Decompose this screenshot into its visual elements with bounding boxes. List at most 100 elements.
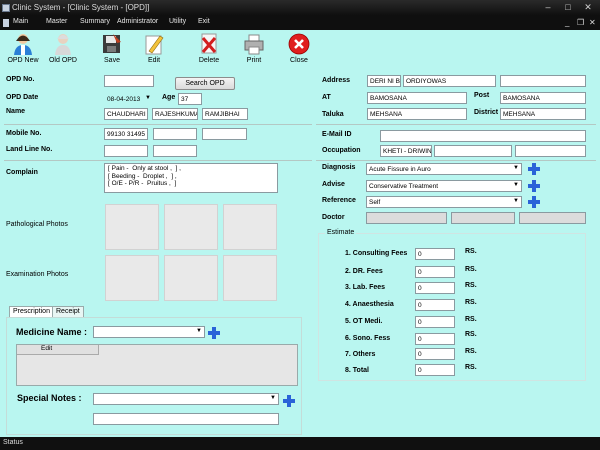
opd-date-picker[interactable]: 08-04-2013 ▼ (104, 93, 154, 105)
examination-photo-1[interactable] (105, 255, 159, 301)
menu-main[interactable]: Main (13, 18, 28, 25)
print-button[interactable]: Print (234, 32, 274, 72)
special-notes-text[interactable] (93, 413, 279, 425)
anaesthesia-field[interactable]: 0 (415, 299, 455, 311)
doctor-field-2[interactable] (451, 212, 515, 224)
landline-label: Land Line No. (6, 146, 53, 153)
add-special-note-icon[interactable] (283, 395, 295, 407)
opd-no-field[interactable] (104, 75, 154, 87)
address-line3-field[interactable] (500, 75, 586, 87)
sono-fess-field[interactable]: 0 (415, 333, 455, 345)
email-field[interactable] (380, 130, 586, 142)
email-label: E-Mail ID (322, 131, 352, 138)
add-diagnosis-icon[interactable] (528, 163, 540, 175)
district-field[interactable]: MEHSANA (500, 108, 586, 120)
taluka-field[interactable]: MEHSANA (367, 108, 467, 120)
estimate-row-label: 5. OT Medi. (345, 318, 383, 325)
delete-label: Delete (198, 57, 220, 64)
pathological-photo-1[interactable] (105, 204, 159, 250)
last-name-field[interactable]: RAMJIBHAI (202, 108, 248, 120)
close-window-button[interactable]: ✕ (580, 0, 596, 16)
menu-administrator[interactable]: Administrator (117, 18, 158, 25)
edit-button[interactable]: Edit (134, 32, 174, 72)
close-label: Close (290, 57, 308, 64)
consulting-fees-field[interactable]: 0 (415, 248, 455, 260)
mobile-field-3[interactable] (202, 128, 247, 140)
opd-new-button[interactable]: OPD New (3, 32, 43, 72)
status-text: Status (3, 439, 23, 446)
doctor-field-3[interactable] (519, 212, 586, 224)
middle-name-field[interactable]: RAJESHKUMA (152, 108, 198, 120)
others-field[interactable]: 0 (415, 348, 455, 360)
mdi-child-icon[interactable] (3, 19, 9, 27)
add-advise-icon[interactable] (528, 180, 540, 192)
currency-label: RS. (465, 316, 477, 323)
advise-combo[interactable]: Conservative Treatment ▼ (366, 180, 522, 192)
landline-field-2[interactable] (153, 145, 197, 157)
currency-label: RS. (465, 282, 477, 289)
landline-field[interactable] (104, 145, 148, 157)
chevron-down-icon: ▼ (196, 328, 202, 334)
complain-line: [ Beeding - Droplet , ] , (108, 172, 177, 180)
add-medicine-icon[interactable] (208, 327, 220, 339)
examination-photo-2[interactable] (164, 255, 218, 301)
old-opd-button[interactable]: Old OPD (43, 32, 83, 72)
menu-utility[interactable]: Utility (169, 18, 186, 25)
chevron-down-icon: ▼ (513, 165, 519, 171)
at-field[interactable]: BAMOSANA (367, 92, 467, 104)
mdi-minimize-button[interactable]: _ (565, 18, 569, 27)
mobile-field-2[interactable] (153, 128, 197, 140)
estimate-row-label: 7. Others (345, 351, 376, 358)
add-reference-icon[interactable] (528, 196, 540, 208)
menu-exit[interactable]: Exit (198, 18, 210, 25)
app-icon (2, 4, 10, 12)
title-bar: Clinic System - [Clinic System - [OPD]] … (0, 0, 600, 16)
dr-fees-field[interactable]: 0 (415, 266, 455, 278)
search-opd-button[interactable]: Search OPD (175, 77, 235, 90)
pathological-photo-3[interactable] (223, 204, 277, 250)
taluka-label: Taluka (322, 111, 344, 118)
diagnosis-combo[interactable]: Acute Fissure in Auro ▼ (366, 163, 522, 175)
mdi-restore-button[interactable]: ❒ (577, 18, 584, 27)
occupation-field-3[interactable] (515, 145, 586, 157)
reference-combo[interactable]: Self ▼ (366, 196, 522, 208)
lab-fees-field[interactable]: 0 (415, 282, 455, 294)
occupation-field[interactable]: KHETI - DRIWING (380, 145, 432, 157)
doctor-field-1[interactable] (366, 212, 447, 224)
minimize-button[interactable]: – (540, 0, 556, 16)
window-title: Clinic System - [Clinic System - [OPD]] (12, 3, 150, 12)
age-label: Age (162, 94, 176, 101)
save-button[interactable]: Save (92, 32, 132, 72)
menu-master[interactable]: Master (46, 18, 67, 25)
medicine-grid[interactable]: Edit (16, 344, 298, 386)
ot-medi-field[interactable]: 0 (415, 316, 455, 328)
first-name-field[interactable]: CHAUDHARI (104, 108, 148, 120)
age-field[interactable]: 37 (178, 93, 202, 105)
estimate-title: Estimate (325, 229, 357, 236)
occupation-field-2[interactable] (434, 145, 512, 157)
complain-textarea[interactable]: [ Pain - Only at stool , ] ,[ Beeding - … (104, 163, 278, 193)
delete-document-icon (201, 33, 217, 54)
post-field[interactable]: BAMOSANA (500, 92, 586, 104)
close-button[interactable]: Close (279, 32, 319, 72)
mdi-close-button[interactable]: ✕ (589, 18, 596, 27)
pathological-photo-2[interactable] (164, 204, 218, 250)
address-line2-field[interactable]: ORDIYOWAS (403, 75, 496, 87)
maximize-button[interactable]: □ (560, 0, 576, 16)
menu-summary[interactable]: Summary (80, 18, 110, 25)
grid-header-edit[interactable]: Edit (17, 345, 99, 355)
address-line1-field[interactable]: DERI NI B/ (367, 75, 401, 87)
medicine-name-combo[interactable]: ▼ (93, 326, 205, 338)
total-field[interactable]: 0 (415, 364, 455, 376)
examination-photo-3[interactable] (223, 255, 277, 301)
divider (4, 160, 312, 161)
person-add-icon (14, 34, 32, 55)
mobile-label: Mobile No. (6, 130, 42, 137)
divider (316, 160, 596, 161)
currency-label: RS. (465, 266, 477, 273)
special-notes-combo[interactable]: ▼ (93, 393, 279, 405)
mobile-field[interactable]: 99130 31495 (104, 128, 148, 140)
delete-button[interactable]: Delete (189, 32, 229, 72)
address-label: Address (322, 77, 351, 84)
examination-photos-label: Examination Photos (6, 271, 69, 278)
